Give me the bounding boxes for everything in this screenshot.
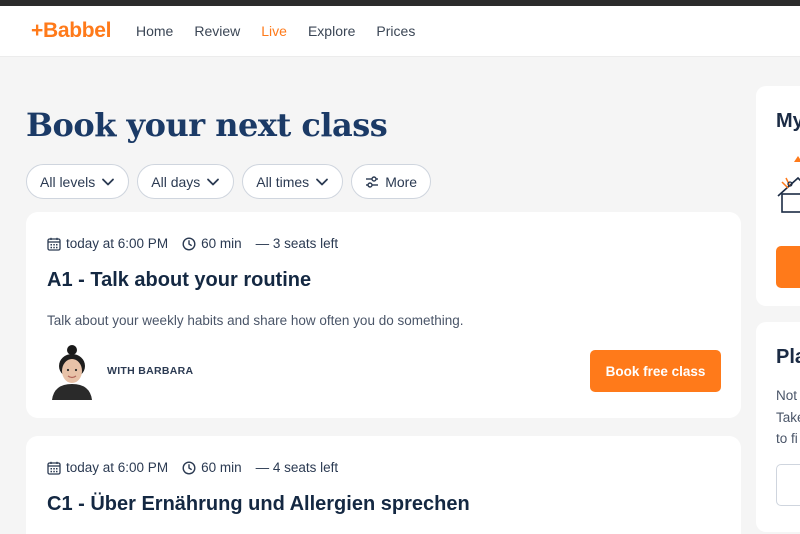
- teacher-name: WITH BARBARA: [107, 365, 194, 377]
- class-date: today at 6:00 PM: [47, 236, 168, 251]
- filter-levels-dropdown[interactable]: All levels: [26, 164, 130, 199]
- class-duration: 60 min: [182, 460, 242, 475]
- nav-link-home[interactable]: Home: [136, 23, 173, 39]
- class-meta: today at 6:00 PM 60 min — 4 seats left: [47, 460, 352, 475]
- class-description: Talk about your weekly habits and share …: [47, 313, 464, 328]
- calendar-icon: [47, 461, 61, 475]
- sidebar-card-text-line: Not: [776, 388, 798, 403]
- filter-bar: All levels All days All times More: [26, 164, 432, 199]
- illustration-icon: [777, 156, 800, 213]
- chevron-down-icon: [102, 178, 115, 185]
- teacher-avatar: [52, 345, 92, 400]
- sidebar-card-title: My: [776, 110, 800, 132]
- sidebar-card-text-line: to fi: [776, 431, 798, 446]
- babbel-logo[interactable]: +Babbel: [31, 19, 111, 43]
- calendar-icon: [47, 237, 61, 251]
- class-seats: — 4 seats left: [255, 460, 339, 475]
- class-title: C1 - Über Ernährung und Allergien sprech…: [47, 493, 470, 515]
- clock-icon: [182, 460, 196, 475]
- nav-link-review[interactable]: Review: [194, 23, 240, 39]
- sidebar-input[interactable]: [776, 464, 800, 506]
- sidebar-card-title: Pla: [776, 346, 800, 368]
- filter-times-dropdown[interactable]: All times: [242, 164, 344, 199]
- chevron-down-icon: [316, 178, 329, 185]
- chevron-down-icon: [207, 178, 220, 185]
- class-meta: today at 6:00 PM 60 min — 3 seats left: [47, 236, 352, 251]
- class-duration-text: 60 min: [201, 236, 242, 251]
- class-card[interactable]: today at 6:00 PM 60 min — 3 seats left A…: [26, 212, 741, 418]
- sliders-icon: [366, 175, 379, 188]
- page-title: Book your next class: [26, 106, 388, 144]
- filter-more-button[interactable]: More: [351, 164, 432, 199]
- nav-link-prices[interactable]: Prices: [376, 23, 415, 39]
- book-free-class-button[interactable]: Book free class: [590, 350, 721, 392]
- clock-icon: [182, 236, 196, 251]
- sidebar-card-plan: Pla Not Take to fi: [756, 322, 800, 532]
- nav-link-live[interactable]: Live: [261, 23, 287, 39]
- sidebar-action-button[interactable]: [776, 246, 800, 288]
- filter-days-dropdown[interactable]: All days: [137, 164, 235, 199]
- class-title: A1 - Talk about your routine: [47, 269, 312, 291]
- sidebar-card-my-classes: My: [756, 86, 800, 306]
- class-date-text: today at 6:00 PM: [66, 236, 169, 251]
- nav-links: Home Review Live Explore Prices: [136, 23, 415, 39]
- class-date: today at 6:00 PM: [47, 460, 168, 475]
- top-navigation: +Babbel Home Review Live Explore Prices: [0, 6, 800, 57]
- nav-link-explore[interactable]: Explore: [308, 23, 355, 39]
- class-duration-text: 60 min: [201, 460, 242, 475]
- sidebar-card-text-line: Take: [776, 410, 800, 425]
- filter-more-label: More: [385, 173, 418, 190]
- filter-levels-label: All levels: [40, 173, 96, 190]
- class-seats: — 3 seats left: [255, 236, 339, 251]
- filter-days-label: All days: [151, 173, 201, 190]
- filter-times-label: All times: [256, 173, 310, 190]
- class-date-text: today at 6:00 PM: [66, 460, 169, 475]
- class-card[interactable]: today at 6:00 PM 60 min — 4 seats left C…: [26, 436, 741, 534]
- class-duration: 60 min: [182, 236, 242, 251]
